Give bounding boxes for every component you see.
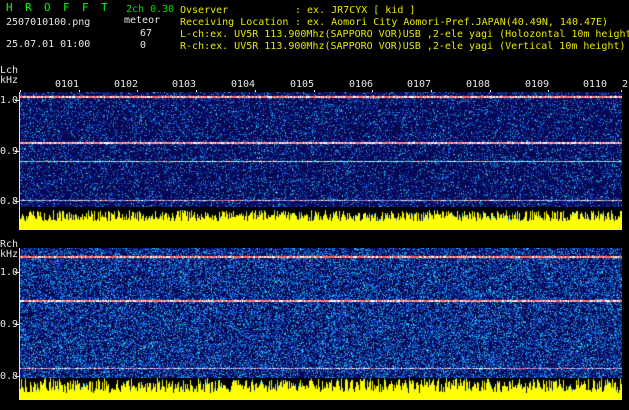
rch-tick-1-0: 1.0 <box>0 267 19 278</box>
rch-major-tick <box>15 324 20 325</box>
lch-waterfall <box>20 92 622 207</box>
logo-letter: F <box>82 1 89 14</box>
app-logo: HROFFT <box>6 2 118 14</box>
time-column-label: 0106 <box>349 79 374 90</box>
lch-axis-line <box>19 92 20 230</box>
logo-letter: H <box>6 1 13 14</box>
logo-letter: R <box>25 1 32 14</box>
meteor-count-lch: 67 <box>140 28 153 39</box>
meteor-count-rch: 0 <box>140 40 147 51</box>
lch-major-tick <box>15 151 20 152</box>
time-column-label: 0109 <box>525 79 550 90</box>
meteor-label: meteor <box>124 15 161 26</box>
observer-value: : ex. JR7CYX [ kid ] <box>295 5 416 16</box>
lch-major-tick <box>15 201 20 202</box>
time-column-label: 0108 <box>466 79 491 90</box>
rch-major-tick <box>15 376 20 377</box>
observer-label: Ovserver <box>180 5 229 16</box>
logo-letter: O <box>44 1 51 14</box>
rch-tick-0-8: 0.8 <box>0 371 19 382</box>
rch-description: R-ch:ex. UV5R 113.900Mhz(SAPPORO VOR)USB… <box>180 41 626 52</box>
rch-waterfall <box>20 248 622 378</box>
time-column-label: 0110 <box>583 79 608 90</box>
time-column-label: 0103 <box>172 79 197 90</box>
time-column-label: 0105 <box>290 79 315 90</box>
lch-tick-0-8: 0.8 <box>0 196 19 207</box>
lch-tick-0-9: 0.9 <box>0 146 19 157</box>
time-column-label: 0107 <box>407 79 432 90</box>
lch-major-tick <box>15 100 20 101</box>
location-value: : ex. Aomori City Aomori-Pref.JAPAN(40.4… <box>295 17 609 28</box>
rch-spectrum <box>20 378 622 400</box>
logo-letter: F <box>63 1 70 14</box>
location-label: Receiving Location <box>180 17 289 28</box>
rch-tick-0-9: 0.9 <box>0 319 19 330</box>
time-column-trailing: 2 <box>622 79 629 90</box>
time-column-label: 0102 <box>114 79 139 90</box>
lch-description: L-ch:ex. UV5R 113.900Mhz(SAPPORO VOR)USB… <box>180 29 629 40</box>
time-column-label: 0101 <box>55 79 80 90</box>
lch-unit: kHz <box>0 75 19 86</box>
lch-spectrum <box>20 210 622 230</box>
lch-tick-1-0: 1.0 <box>0 95 19 106</box>
time-column-label: 0104 <box>231 79 256 90</box>
datetime-label: 25.07.01 01:00 <box>6 39 91 50</box>
rch-unit: kHz <box>0 249 19 260</box>
rch-major-tick <box>15 272 20 273</box>
logo-letter: T <box>101 1 108 14</box>
channel-info: 2ch 0.30 <box>126 4 175 15</box>
filename-label: 250701010​0.png <box>6 17 91 28</box>
